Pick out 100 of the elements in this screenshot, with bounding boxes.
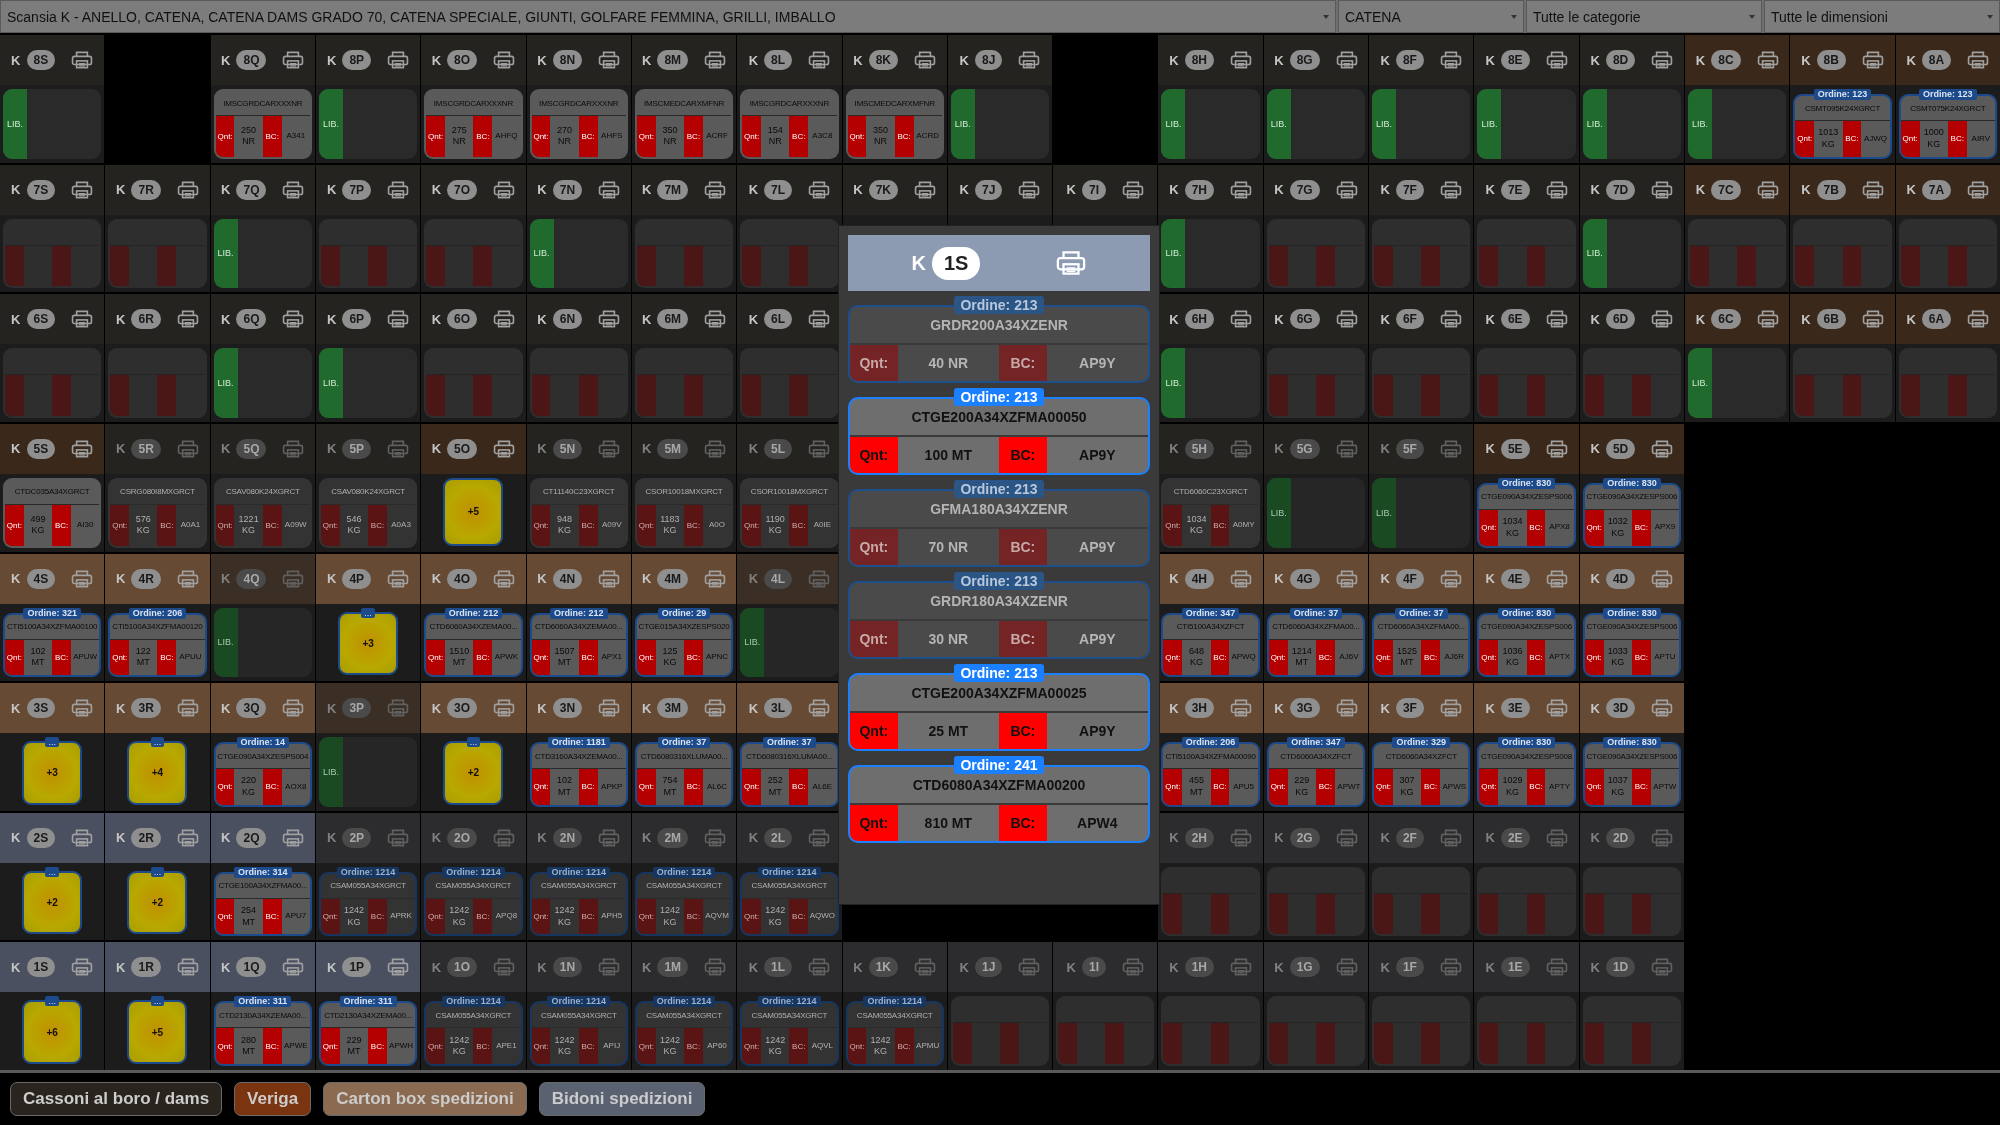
printer-icon[interactable] xyxy=(71,569,94,588)
printer-icon[interactable] xyxy=(493,439,516,458)
printer-icon[interactable] xyxy=(704,699,727,718)
printer-icon[interactable] xyxy=(1122,180,1144,199)
printer-icon[interactable] xyxy=(71,180,94,199)
printer-icon[interactable] xyxy=(71,699,94,718)
printer-icon[interactable] xyxy=(1967,310,1990,329)
printer-icon[interactable] xyxy=(1756,51,1779,69)
printer-icon[interactable] xyxy=(914,180,937,199)
printer-icon[interactable] xyxy=(1545,310,1568,329)
printer-icon[interactable] xyxy=(1439,310,1462,329)
printer-icon[interactable] xyxy=(1545,439,1568,458)
printer-icon[interactable] xyxy=(387,310,410,329)
category-button[interactable]: Bidoni spedizioni xyxy=(538,1082,706,1116)
printer-icon[interactable] xyxy=(1651,180,1674,199)
category-button[interactable]: Cassoni al boro / dams xyxy=(10,1082,223,1116)
printer-icon[interactable] xyxy=(1967,180,1990,199)
filter-dropdown[interactable]: CATENA xyxy=(1338,0,1524,33)
printer-icon[interactable] xyxy=(704,569,727,588)
printer-icon[interactable] xyxy=(71,958,94,977)
printer-icon[interactable] xyxy=(1230,699,1252,718)
printer-icon[interactable] xyxy=(808,699,831,718)
printer-icon[interactable] xyxy=(598,310,621,329)
printer-icon[interactable] xyxy=(493,569,516,588)
printer-icon[interactable] xyxy=(598,180,621,199)
printer-icon[interactable] xyxy=(71,439,94,458)
printer-icon[interactable] xyxy=(1545,51,1568,69)
printer-icon[interactable] xyxy=(598,51,621,69)
printer-icon[interactable] xyxy=(1230,569,1252,588)
slot-code: 5N xyxy=(552,438,583,459)
printer-icon[interactable] xyxy=(1056,250,1087,276)
printer-icon[interactable] xyxy=(1861,51,1884,69)
printer-icon[interactable] xyxy=(1018,180,1041,199)
printer-icon[interactable] xyxy=(71,51,94,69)
printer-icon[interactable] xyxy=(1651,699,1674,718)
printer-icon[interactable] xyxy=(176,828,199,847)
printer-icon[interactable] xyxy=(1861,180,1884,199)
printer-icon[interactable] xyxy=(1018,51,1041,69)
printer-icon[interactable] xyxy=(493,699,516,718)
printer-icon[interactable] xyxy=(493,180,516,199)
printer-icon[interactable] xyxy=(282,310,305,329)
printer-icon[interactable] xyxy=(1651,51,1674,69)
printer-icon[interactable] xyxy=(387,958,410,977)
printer-icon[interactable] xyxy=(1861,310,1884,329)
item-code: CTD6060C23XGRCT xyxy=(1163,479,1258,505)
printer-icon[interactable] xyxy=(1335,569,1358,588)
printer-icon[interactable] xyxy=(598,699,621,718)
printer-icon[interactable] xyxy=(704,310,727,329)
category-button[interactable]: Veriga xyxy=(234,1082,312,1116)
printer-icon[interactable] xyxy=(176,310,199,329)
printer-icon[interactable] xyxy=(598,569,621,588)
printer-icon[interactable] xyxy=(282,699,305,718)
printer-icon[interactable] xyxy=(1756,180,1779,199)
printer-icon[interactable] xyxy=(387,180,410,199)
printer-icon[interactable] xyxy=(493,51,516,69)
printer-icon[interactable] xyxy=(1439,569,1462,588)
printer-icon[interactable] xyxy=(71,828,94,847)
printer-icon[interactable] xyxy=(282,180,305,199)
printer-icon[interactable] xyxy=(1651,569,1674,588)
printer-icon[interactable] xyxy=(704,180,727,199)
printer-icon[interactable] xyxy=(176,569,199,588)
slot-code: 1S xyxy=(932,246,981,280)
printer-icon[interactable] xyxy=(1439,180,1462,199)
printer-icon[interactable] xyxy=(1967,51,1990,69)
printer-icon[interactable] xyxy=(176,699,199,718)
filter-dropdown[interactable]: Scansia K - ANELLO, CATENA, CATENA DAMS GRADO 70, CATENA SPECIALE, GIUNTI, GOLFARE FEMMINA, GRILLI, IMBALLO xyxy=(0,0,1336,33)
printer-icon[interactable] xyxy=(1230,310,1252,329)
printer-icon[interactable] xyxy=(1545,569,1568,588)
printer-icon[interactable] xyxy=(176,180,199,199)
printer-icon[interactable] xyxy=(808,310,831,329)
printer-icon[interactable] xyxy=(1439,51,1462,69)
printer-icon[interactable] xyxy=(1335,180,1358,199)
printer-icon[interactable] xyxy=(1651,439,1674,458)
printer-icon[interactable] xyxy=(493,310,516,329)
printer-icon[interactable] xyxy=(1439,699,1462,718)
printer-icon[interactable] xyxy=(1651,310,1674,329)
printer-icon[interactable] xyxy=(1230,180,1252,199)
printer-icon[interactable] xyxy=(1545,699,1568,718)
printer-icon[interactable] xyxy=(282,958,305,977)
barcode-label: BC: xyxy=(1315,639,1335,676)
printer-icon[interactable] xyxy=(71,310,94,329)
filter-dropdown[interactable]: Tutte le categorie xyxy=(1526,0,1762,33)
printer-icon[interactable] xyxy=(1335,51,1358,69)
printer-icon[interactable] xyxy=(1545,180,1568,199)
printer-icon[interactable] xyxy=(914,51,937,69)
printer-icon[interactable] xyxy=(1335,310,1358,329)
order-badge: Ordine: 1181 xyxy=(547,737,610,749)
printer-icon[interactable] xyxy=(1756,310,1779,329)
printer-icon[interactable] xyxy=(1230,51,1252,69)
printer-icon[interactable] xyxy=(808,51,831,69)
stacked-items[interactable]: +5 xyxy=(443,477,504,546)
printer-icon[interactable] xyxy=(387,569,410,588)
filter-dropdown[interactable]: Tutte le dimensioni xyxy=(1764,0,2000,33)
printer-icon[interactable] xyxy=(282,828,305,847)
printer-icon[interactable] xyxy=(387,51,410,69)
printer-icon[interactable] xyxy=(1335,699,1358,718)
printer-icon[interactable] xyxy=(176,958,199,977)
printer-icon[interactable] xyxy=(808,180,831,199)
printer-icon[interactable] xyxy=(704,51,727,69)
printer-icon[interactable] xyxy=(282,51,305,69)
